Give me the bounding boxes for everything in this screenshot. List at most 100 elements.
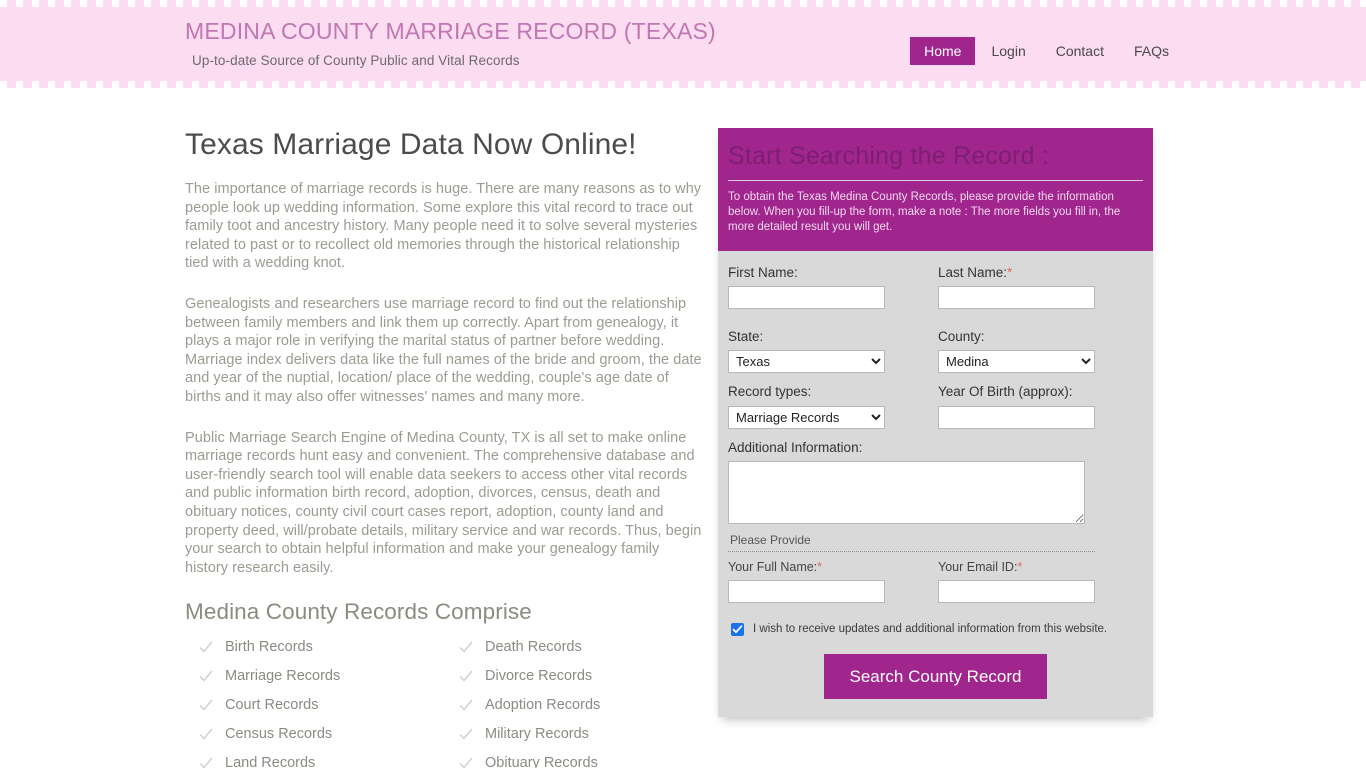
check-icon (459, 669, 473, 683)
main-navigation: Home Login Contact FAQs (910, 37, 1183, 65)
nav-item-faqs[interactable]: FAQs (1120, 37, 1183, 65)
header-bottom-notched-border (0, 81, 1366, 88)
page-title: Texas Marriage Data Now Online! (185, 128, 637, 161)
form-body: First Name: Last Name:* State: Texas Cou… (718, 251, 1153, 717)
state-select[interactable]: Texas (728, 350, 885, 374)
email-label: Your Email ID:* (938, 560, 1143, 575)
field-group-full-name: Your Full Name:* (728, 560, 933, 603)
check-icon (199, 669, 213, 683)
list-item-label: Divorce Records (485, 668, 593, 685)
last-name-input[interactable] (938, 286, 1095, 310)
check-icon (199, 727, 213, 741)
last-name-label: Last Name:* (938, 265, 1143, 281)
required-asterisk: * (817, 559, 823, 574)
list-item: Military Records (459, 726, 719, 742)
year-of-birth-label: Year Of Birth (approx): (938, 384, 1073, 400)
nav-item-login[interactable]: Login (977, 37, 1039, 65)
list-item: Marriage Records (199, 668, 459, 684)
list-item-label: Military Records (485, 726, 589, 743)
intro-paragraph-3: Public Marriage Search Engine of Medina … (185, 429, 702, 576)
site-title: MEDINA COUNTY MARRIAGE RECORD (TEXAS) (185, 18, 716, 44)
full-name-label-text: Your Full Name: (728, 559, 818, 574)
check-icon (199, 640, 213, 654)
full-name-input[interactable] (728, 579, 885, 603)
list-item: Census Records (199, 726, 459, 742)
list-item: Birth Records (199, 639, 459, 655)
intro-paragraph-1: The importance of marriage records is hu… (185, 181, 702, 272)
last-name-label-text: Last Name: (938, 265, 1008, 280)
field-group-email: Your Email ID:* (938, 560, 1143, 603)
form-row-record-year: Record types: Marriage Records Year Of B… (728, 384, 1143, 429)
check-icon (199, 756, 213, 768)
required-asterisk: * (1017, 559, 1023, 574)
field-group-last-name: Last Name:* (938, 265, 1143, 310)
email-label-text: Your Email ID: (938, 559, 1018, 574)
year-of-birth-input[interactable] (938, 405, 1095, 429)
form-row-location: State: Texas County: Medina (728, 329, 1143, 374)
list-item: Court Records (199, 697, 459, 713)
header-inner: MEDINA COUNTY MARRIAGE RECORD (TEXAS) Up… (183, 0, 1183, 88)
additional-information-textarea[interactable] (728, 460, 1085, 524)
consent-label: I wish to receive updates and additional… (753, 623, 1108, 636)
nav-item-home[interactable]: Home (910, 37, 976, 65)
list-item-label: Adoption Records (485, 697, 601, 714)
list-item-label: Death Records (485, 639, 582, 656)
article-column: Texas Marriage Data Now Online! The impo… (183, 128, 713, 768)
search-form-panel: Start Searching the Record : To obtain t… (718, 128, 1153, 717)
required-asterisk: * (1007, 265, 1013, 280)
nav-item-contact[interactable]: Contact (1042, 37, 1118, 65)
full-name-label: Your Full Name:* (728, 560, 933, 575)
county-label: County: (938, 329, 985, 345)
list-item-label: Marriage Records (225, 668, 341, 685)
field-group-county: County: Medina (938, 329, 1143, 374)
list-item: Land Records (199, 755, 459, 768)
form-row-names: First Name: Last Name:* (728, 265, 1143, 310)
list-item-label: Land Records (225, 755, 316, 768)
field-group-first-name: First Name: (728, 265, 933, 310)
field-group-record-types: Record types: Marriage Records (728, 384, 933, 429)
list-item-label: Birth Records (225, 639, 313, 656)
brand: MEDINA COUNTY MARRIAGE RECORD (TEXAS) Up… (185, 18, 716, 69)
check-icon (199, 698, 213, 712)
search-county-record-button[interactable]: Search County Record (823, 653, 1048, 699)
intro-paragraph-2: Genealogists and researchers use marriag… (185, 295, 702, 405)
list-item: Death Records (459, 639, 719, 655)
submit-row: Search County Record (728, 653, 1143, 699)
record-types-select[interactable]: Marriage Records (728, 405, 885, 429)
state-label: State: (728, 329, 764, 345)
record-types-label: Record types: (728, 384, 812, 400)
form-divider (728, 550, 1095, 552)
please-provide-label: Please Provide (730, 532, 811, 547)
list-item: Divorce Records (459, 668, 719, 684)
site-tagline: Up-to-date Source of County Public and V… (192, 53, 520, 68)
form-description: To obtain the Texas Medina County Record… (728, 191, 1121, 233)
list-item: Obituary Records (459, 755, 719, 768)
field-group-year-of-birth: Year Of Birth (approx): (938, 384, 1143, 429)
additional-information-label: Additional Information: (728, 439, 863, 455)
field-group-additional-information: Additional Information: (728, 440, 1143, 524)
site-header: MEDINA COUNTY MARRIAGE RECORD (TEXAS) Up… (0, 0, 1366, 88)
consent-checkbox[interactable] (731, 622, 744, 636)
list-item-label: Court Records (225, 697, 319, 714)
records-section-title: Medina County Records Comprise (185, 599, 532, 625)
form-row-contact: Your Full Name:* Your Email ID:* (728, 560, 1143, 603)
email-input[interactable] (938, 579, 1095, 603)
check-icon (459, 640, 473, 654)
form-header: Start Searching the Record : To obtain t… (718, 128, 1153, 251)
first-name-label: First Name: (728, 265, 798, 280)
first-name-input[interactable] (728, 286, 885, 310)
field-group-state: State: Texas (728, 329, 933, 374)
records-list: Birth Records Death Records Marriage Rec… (185, 639, 703, 768)
page-body: Texas Marriage Data Now Online! The impo… (183, 88, 1183, 768)
form-title: Start Searching the Record : (728, 142, 1143, 181)
check-icon (459, 756, 473, 768)
check-icon (459, 698, 473, 712)
list-item-label: Census Records (225, 726, 333, 743)
list-item: Adoption Records (459, 697, 719, 713)
list-item-label: Obituary Records (485, 755, 598, 768)
county-select[interactable]: Medina (938, 350, 1095, 374)
consent-row[interactable]: I wish to receive updates and additional… (731, 622, 1143, 636)
